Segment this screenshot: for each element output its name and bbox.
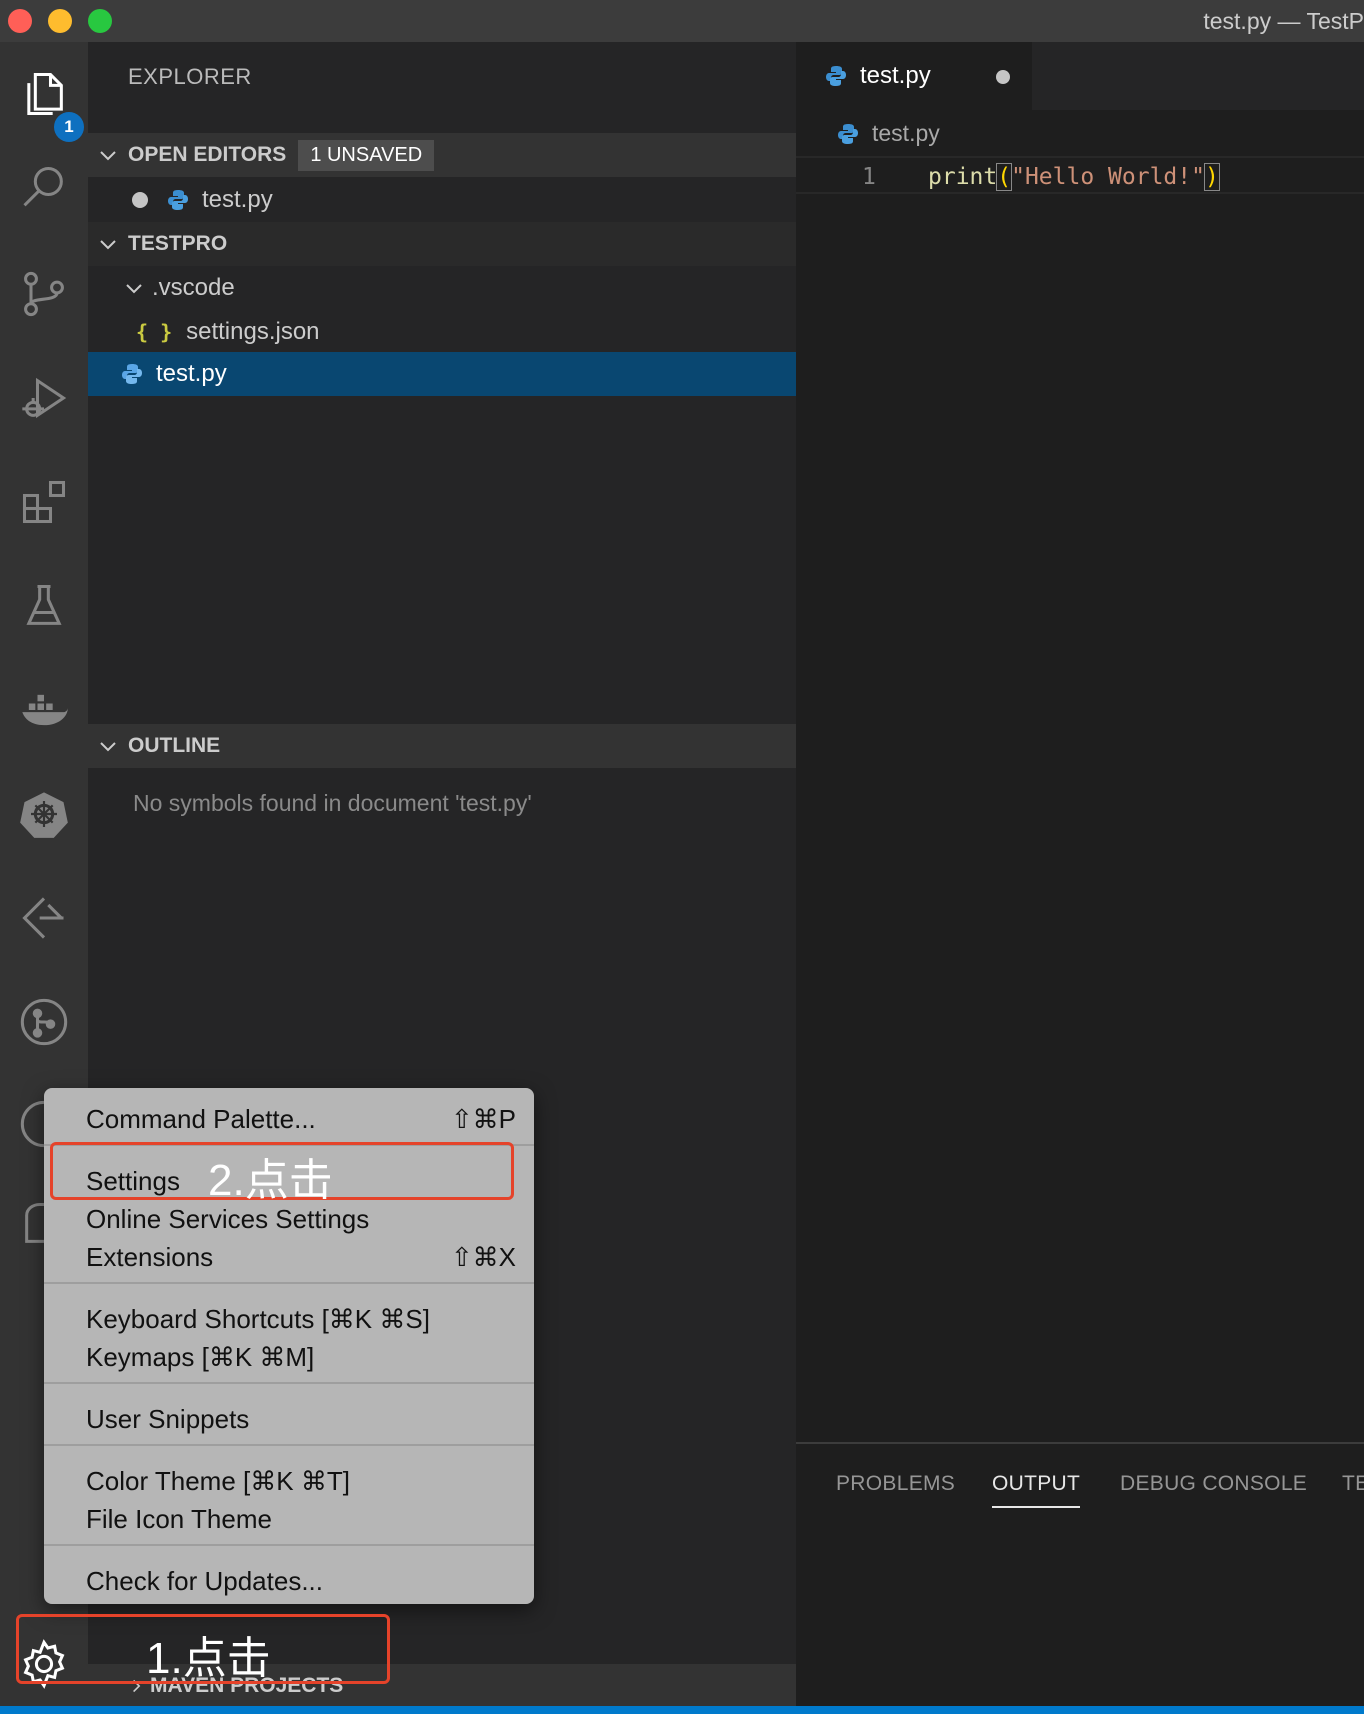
chevron-down-icon <box>88 234 128 254</box>
title-bar: test.py — TestP <box>0 0 1364 42</box>
menu-item-extensions[interactable]: Extensions ⇧⌘X <box>44 1238 534 1276</box>
python-file-icon <box>824 64 848 88</box>
chevron-down-icon <box>124 278 144 298</box>
menu-item-shortcut: ⇧⌘X <box>450 1241 516 1272</box>
menu-separator <box>44 1282 534 1284</box>
editor-area: test.py test.py 1 print("Hello World!") … <box>796 42 1364 1714</box>
tree-folder-vscode[interactable]: .vscode <box>88 266 796 310</box>
python-file-icon <box>836 122 860 146</box>
folder-name: .vscode <box>152 274 235 301</box>
tab-test-py[interactable]: test.py <box>796 42 1032 110</box>
open-editors-label: OPEN EDITORS <box>128 143 287 166</box>
annotation-step1: 1.点击 <box>146 1634 271 1683</box>
menu-item-color-theme[interactable]: Color Theme [⌘K ⌘T] <box>44 1462 534 1500</box>
minimize-window-button[interactable] <box>48 9 72 33</box>
sidebar-title: EXPLORER <box>128 64 252 89</box>
file-name: settings.json <box>186 318 320 345</box>
menu-item-user-snippets[interactable]: User Snippets <box>44 1400 534 1438</box>
search-icon[interactable] <box>12 156 76 220</box>
token-paren-open: ( <box>996 163 1013 191</box>
unsaved-badge: 1 UNSAVED <box>298 139 435 171</box>
menu-item-keymaps[interactable]: Keymaps [⌘K ⌘M] <box>44 1338 534 1376</box>
token-function: print <box>928 164 998 190</box>
tree-file-settings-json[interactable]: { } settings.json <box>88 310 796 354</box>
menu-item-label: Command Palette... <box>86 1103 316 1134</box>
json-file-icon: { } <box>136 320 173 344</box>
menu-item-label: File Icon Theme <box>86 1503 272 1534</box>
tab-terminal[interactable]: TE <box>1342 1472 1364 1496</box>
file-name: test.py <box>156 360 227 387</box>
explorer-icon[interactable]: 1 <box>12 62 84 142</box>
menu-item-label: Online Services Settings <box>86 1203 370 1234</box>
explorer-badge: 1 <box>54 112 84 142</box>
project-header[interactable]: TESTPRO <box>88 222 796 266</box>
open-editor-item[interactable]: test.py <box>88 178 796 222</box>
kubernetes-icon[interactable] <box>12 782 76 846</box>
outline-header[interactable]: OUTLINE <box>88 724 796 768</box>
gitlens-icon[interactable] <box>12 990 76 1054</box>
docker-icon[interactable] <box>12 678 76 742</box>
menu-item-command-palette[interactable]: Command Palette... ⇧⌘P <box>44 1100 534 1138</box>
close-window-button[interactable] <box>8 9 32 33</box>
zoom-window-button[interactable] <box>88 9 112 33</box>
remote-explorer-icon[interactable] <box>12 886 76 950</box>
menu-separator <box>44 1382 534 1384</box>
tab-label: test.py <box>860 62 931 89</box>
tab-output[interactable]: OUTPUT <box>992 1472 1081 1508</box>
breadcrumb[interactable]: test.py <box>836 120 940 147</box>
menu-item-label: Color Theme [⌘K ⌘T] <box>86 1465 350 1496</box>
menu-item-label: User Snippets <box>86 1403 250 1434</box>
python-file-icon <box>166 188 190 212</box>
menu-item-label: Keyboard Shortcuts [⌘K ⌘S] <box>86 1303 430 1334</box>
menu-separator <box>44 1444 534 1446</box>
unsaved-dot-icon[interactable] <box>996 70 1010 84</box>
testing-flask-icon[interactable] <box>12 574 76 638</box>
run-debug-icon[interactable] <box>12 366 76 430</box>
annotation-step2: 2.点击 <box>208 1156 333 1205</box>
token-string: "Hello World!" <box>1011 164 1205 190</box>
chevron-down-icon <box>88 736 128 756</box>
menu-item-shortcut: ⇧⌘P <box>450 1103 516 1134</box>
outline-label: OUTLINE <box>128 734 221 757</box>
menu-separator <box>44 1544 534 1546</box>
unsaved-dot-icon[interactable] <box>132 192 148 208</box>
tab-problems[interactable]: PROBLEMS <box>836 1472 955 1496</box>
tab-debug-console[interactable]: DEBUG CONSOLE <box>1120 1472 1307 1496</box>
outline-empty-message: No symbols found in document 'test.py' <box>133 790 532 816</box>
menu-item-label: Extensions <box>86 1241 214 1272</box>
status-bar <box>0 1706 1364 1714</box>
extensions-icon[interactable] <box>12 470 76 534</box>
chevron-down-icon <box>88 145 128 165</box>
python-file-icon <box>120 362 144 386</box>
breadcrumb-file: test.py <box>872 120 940 146</box>
tree-file-test-py[interactable]: test.py <box>88 352 796 396</box>
bottom-panel: PROBLEMS OUTPUT DEBUG CONSOLE TE <box>796 1442 1364 1714</box>
line-number: 1 <box>862 164 876 190</box>
code-line[interactable]: 1 print("Hello World!") <box>796 156 1364 194</box>
project-label: TESTPRO <box>128 232 228 255</box>
menu-item-file-icon-theme[interactable]: File Icon Theme <box>44 1500 534 1538</box>
menu-item-check-updates[interactable]: Check for Updates... <box>44 1562 534 1600</box>
open-editor-filename: test.py <box>202 186 273 213</box>
menu-item-label: Keymaps [⌘K ⌘M] <box>86 1341 315 1372</box>
window-title: test.py — TestP <box>1203 8 1364 34</box>
code-text[interactable]: print("Hello World!") <box>928 163 1220 191</box>
menu-item-keyboard-shortcuts[interactable]: Keyboard Shortcuts [⌘K ⌘S] <box>44 1300 534 1338</box>
token-paren-close: ) <box>1203 163 1220 191</box>
source-control-icon[interactable] <box>12 262 76 326</box>
editor-tab-bar: test.py <box>796 42 1364 110</box>
menu-item-label: Check for Updates... <box>86 1565 323 1596</box>
open-editors-header[interactable]: OPEN EDITORS 1 UNSAVED <box>88 133 796 177</box>
